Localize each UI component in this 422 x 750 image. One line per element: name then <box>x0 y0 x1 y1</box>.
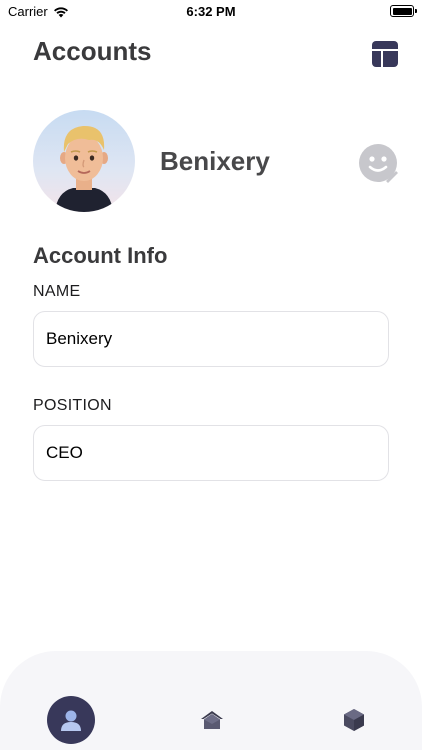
tab-hexagon[interactable] <box>330 696 378 744</box>
avatar[interactable] <box>33 110 135 212</box>
profile-name: Benixery <box>160 146 270 176</box>
position-label: POSITION <box>33 397 112 414</box>
battery-level <box>392 7 412 15</box>
tab-accounts[interactable] <box>47 696 95 744</box>
position-field[interactable] <box>33 425 389 481</box>
layout-icon <box>372 41 398 67</box>
battery-icon <box>390 5 417 17</box>
edit-avatar-button[interactable] <box>358 143 400 185</box>
layout-button[interactable] <box>372 41 398 67</box>
account-info-heading: Account Info <box>33 243 168 268</box>
name-label: NAME <box>33 283 81 300</box>
name-field[interactable] <box>33 311 389 367</box>
memoji-avatar-icon <box>55 125 113 212</box>
page-title: Accounts <box>33 36 152 66</box>
status-time: 6:32 PM <box>186 4 236 19</box>
home-icon <box>201 711 223 729</box>
hexagon-icon <box>344 709 364 731</box>
person-icon <box>61 710 81 731</box>
tab-home[interactable] <box>188 696 236 744</box>
status-bar: Carrier 6:32 PM <box>0 0 422 22</box>
edit-sticker-icon <box>359 144 400 185</box>
